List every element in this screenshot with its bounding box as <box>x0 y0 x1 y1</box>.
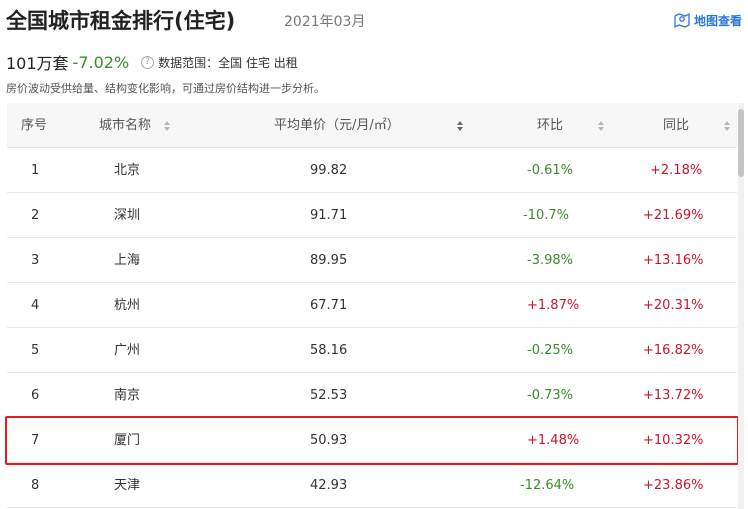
row-price: 52.53 <box>310 388 348 403</box>
table-row[interactable]: 5 广州 58.16 -0.25% +16.82% <box>7 328 737 373</box>
row-mom: -10.7% <box>523 208 569 223</box>
report-month: 2021年03月 <box>284 14 366 30</box>
sort-icon <box>164 120 171 131</box>
row-price: 91.71 <box>310 208 348 223</box>
scrollbar-thumb[interactable] <box>738 109 744 177</box>
column-header-yoy[interactable]: 同比 <box>663 103 731 148</box>
row-yoy: +13.16% <box>643 253 704 268</box>
column-header-price[interactable]: 平均单价（元/月/㎡） <box>274 103 464 148</box>
row-mom: -3.98% <box>527 253 573 268</box>
row-mom: +1.48% <box>527 433 580 448</box>
row-mom: -12.64% <box>520 478 575 493</box>
table-row[interactable]: 2 深圳 91.71 -10.7% +21.69% <box>7 193 737 238</box>
table-row[interactable]: 4 杭州 67.71 +1.87% +20.31% <box>7 283 737 328</box>
total-change: -7.02% <box>72 52 130 72</box>
row-city: 广州 <box>114 343 141 358</box>
vertical-scrollbar[interactable] <box>738 103 744 509</box>
row-city: 杭州 <box>114 298 141 313</box>
row-price: 42.93 <box>310 478 348 493</box>
row-city: 上海 <box>114 253 141 268</box>
table-header: 序号 城市名称 平均单价（元/月/㎡） 环比 同比 <box>7 103 737 148</box>
row-price: 99.82 <box>310 163 348 178</box>
table-row[interactable]: 8 天津 42.93 -12.64% +23.86% <box>7 463 737 508</box>
sort-icon <box>598 120 605 131</box>
row-rank: 3 <box>31 253 40 268</box>
row-mom: +1.87% <box>527 298 580 313</box>
summary-bar: 101万套 -7.02% ? 数据范围：全国 住宅 出租 <box>6 52 298 74</box>
data-scope: 数据范围：全国 住宅 出租 <box>158 55 298 70</box>
row-rank: 1 <box>31 163 40 178</box>
map-view-link[interactable]: 地图查看 <box>673 11 742 29</box>
row-rank: 8 <box>31 478 40 493</box>
row-yoy: +21.69% <box>643 208 704 223</box>
total-listings: 101万套 <box>6 54 69 73</box>
map-view-label: 地图查看 <box>693 13 742 28</box>
row-mom: -0.61% <box>527 163 573 178</box>
table-row[interactable]: 3 上海 89.95 -3.98% +13.16% <box>7 238 737 283</box>
row-mom: -0.73% <box>527 388 573 403</box>
row-mom: -0.25% <box>527 343 573 358</box>
row-city: 厦门 <box>114 433 141 448</box>
row-price: 89.95 <box>310 253 348 268</box>
row-city: 北京 <box>114 163 141 178</box>
table-row[interactable]: 1 北京 99.82 -0.61% +2.18% <box>7 148 737 193</box>
row-price: 58.16 <box>310 343 348 358</box>
price-note: 房价波动受供给量、结构变化影响，可通过房价结构进一步分析。 <box>6 82 325 95</box>
column-header-mom[interactable]: 环比 <box>537 103 605 148</box>
row-city: 天津 <box>114 478 141 493</box>
sort-icon <box>456 120 463 131</box>
row-yoy: +23.86% <box>643 478 704 493</box>
row-price: 50.93 <box>310 433 348 448</box>
row-rank: 5 <box>31 343 40 358</box>
row-yoy: +13.72% <box>643 388 704 403</box>
row-rank: 6 <box>31 388 40 403</box>
row-city: 深圳 <box>114 208 141 223</box>
page-header: 全国城市租金排行(住宅) 2021年03月 地图查看 <box>0 0 748 44</box>
row-rank: 7 <box>31 433 40 448</box>
row-rank: 2 <box>31 208 40 223</box>
row-yoy: +2.18% <box>650 163 703 178</box>
rent-ranking-table: 序号 城市名称 平均单价（元/月/㎡） 环比 同比 1 北京 99.82 -0.… <box>7 103 737 508</box>
table-row[interactable]: 6 南京 52.53 -0.73% +13.72% <box>7 373 737 418</box>
help-question-icon[interactable]: ? <box>141 55 155 69</box>
row-yoy: +16.82% <box>643 343 704 358</box>
row-city: 南京 <box>114 388 141 403</box>
column-header-city[interactable]: 城市名称 <box>99 103 171 148</box>
row-yoy: +20.31% <box>643 298 704 313</box>
column-header-rank: 序号 <box>21 118 48 133</box>
page-title: 全国城市租金排行(住宅) <box>6 9 236 33</box>
row-rank: 4 <box>31 298 40 313</box>
table-row-highlighted[interactable]: 7 厦门 50.93 +1.48% +10.32% <box>7 418 737 463</box>
sort-icon <box>724 120 731 131</box>
row-yoy: +10.32% <box>643 433 704 448</box>
map-pin-icon <box>674 12 690 29</box>
row-price: 67.71 <box>310 298 348 313</box>
